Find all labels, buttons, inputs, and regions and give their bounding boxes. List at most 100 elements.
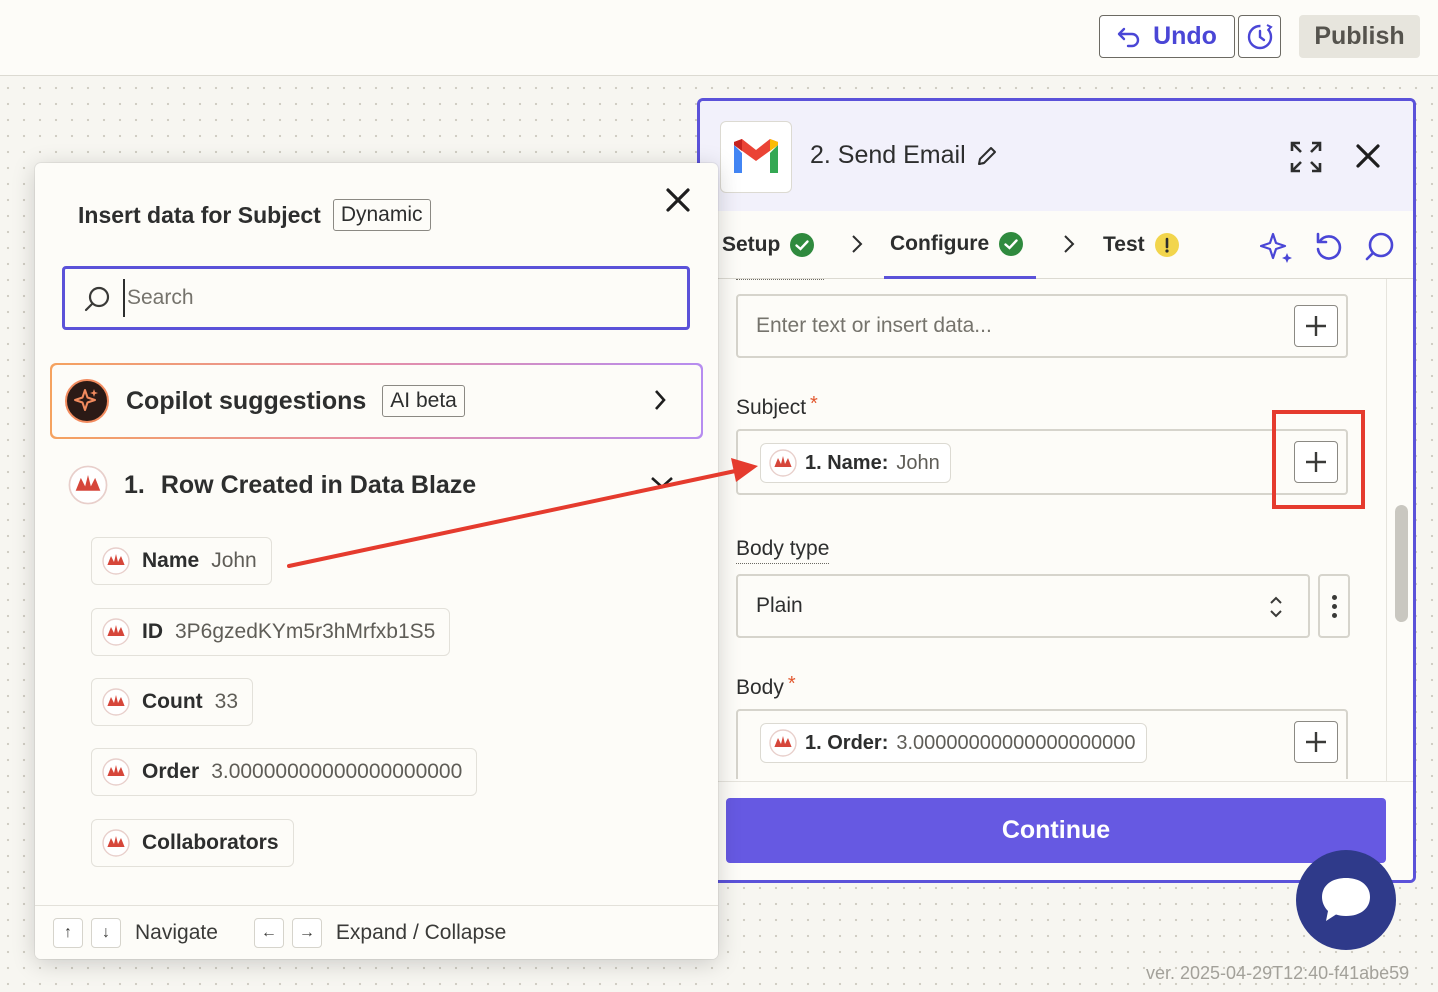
close-icon[interactable] (665, 187, 691, 213)
data-item-key: Collaborators (142, 831, 279, 854)
data-item-collaborators[interactable]: Collaborators (91, 819, 294, 867)
body-pill-key: 1. Order: (805, 731, 889, 754)
search-input[interactable] (123, 279, 663, 317)
data-item-id[interactable]: ID 3P6gzedKYm5r3hMrfxb1S5 (91, 608, 451, 656)
group-title: Row Created in Data Blaze (160, 470, 477, 499)
subject-pill-key: 1. Name: (805, 451, 889, 474)
undo-icon (1117, 27, 1140, 47)
kebab-dot (1331, 603, 1337, 609)
text-field[interactable]: Enter text or insert data... (736, 294, 1348, 358)
tab-configure-label: Configure (890, 231, 990, 255)
data-blaze-icon (102, 618, 130, 646)
data-item-name[interactable]: Name John (91, 537, 272, 585)
pencil-icon[interactable] (976, 145, 998, 167)
subject-label-text: Subject (736, 396, 807, 419)
search-icon (84, 286, 110, 312)
undo-button[interactable]: Undo (1099, 15, 1235, 58)
plus-icon (1306, 732, 1326, 752)
text-field-placeholder: Enter text or insert data... (756, 314, 992, 337)
data-blaze-icon (102, 688, 130, 716)
configure-form: Enter text or insert data... Subject * 1… (700, 279, 1413, 779)
body-data-pill[interactable]: 1. Order: 3.00000000000000000000 (760, 723, 1147, 763)
scrollbar-thumb[interactable] (1395, 505, 1408, 622)
editor-header: 2. Send Email (700, 101, 1413, 211)
group-number: 1. (124, 470, 145, 499)
tab-setup[interactable]: Setup (722, 211, 815, 279)
arrow-up-key-icon: ↑ (53, 917, 83, 948)
required-asterisk: * (787, 672, 796, 695)
subject-field[interactable]: 1. Name: John (736, 429, 1348, 495)
body-type-label: Body type (736, 537, 830, 564)
copilot-sparkle-icon (65, 379, 109, 423)
body-type-label-text: Body type (736, 537, 830, 564)
data-blaze-icon (68, 465, 108, 505)
tab-test-label: Test (1103, 233, 1145, 256)
insert-data-popover: Insert data for Subject Dynamic Copilot … (35, 163, 718, 959)
arrow-left-key-icon: ← (253, 917, 284, 948)
updown-chevron-icon (1270, 596, 1282, 618)
body-field[interactable]: 1. Order: 3.00000000000000000000 (736, 709, 1348, 779)
dynamic-badge: Dynamic (332, 199, 431, 231)
check-circle-icon (790, 233, 815, 257)
gmail-app-icon (720, 121, 792, 193)
trigger-group-header[interactable]: 1. Row Created in Data Blaze (68, 465, 476, 505)
popover-title-text: Insert data for Subject (78, 201, 321, 228)
insert-data-button[interactable] (1294, 305, 1338, 347)
data-blaze-icon (769, 449, 797, 477)
kebab-dot (1331, 594, 1337, 600)
data-blaze-icon (102, 758, 130, 786)
publish-button[interactable]: Publish (1299, 15, 1420, 58)
popover-title: Insert data for Subject Dynamic (78, 199, 431, 231)
ai-beta-badge: AI beta (382, 385, 465, 417)
warning-icon (1154, 233, 1179, 257)
body-type-value: Plain (756, 594, 803, 617)
body-type-select[interactable]: Plain (736, 574, 1310, 638)
copilot-suggestions-inner: Copilot suggestions AI beta (52, 365, 701, 437)
chevron-right-icon (852, 235, 863, 253)
data-item-value: 3P6gzedKYm5r3hMrfxb1S5 (175, 620, 436, 643)
kebab-dot (1331, 612, 1337, 618)
data-item-value: 3.00000000000000000000 (211, 760, 463, 783)
body-pill-value: 3.00000000000000000000 (896, 731, 1136, 754)
cut-off-label-underline (736, 279, 824, 280)
more-options-button[interactable] (1318, 574, 1350, 638)
close-icon[interactable] (1355, 143, 1381, 169)
copilot-suggestions-row[interactable]: Copilot suggestions AI beta (50, 363, 703, 439)
data-item-count[interactable]: Count 33 (91, 678, 254, 726)
step-tabs: Setup Configure Test (700, 211, 1413, 279)
refresh-icon[interactable] (1314, 231, 1344, 263)
plus-icon (1306, 316, 1326, 336)
tab-test[interactable]: Test (1103, 211, 1179, 279)
subject-data-pill[interactable]: 1. Name: John (760, 443, 951, 483)
ai-sparkle-icon[interactable] (1260, 231, 1294, 263)
step-title[interactable]: 2. Send Email (810, 141, 998, 170)
top-bar: Undo Publish (0, 0, 1438, 76)
tab-configure[interactable]: Configure (884, 211, 1036, 279)
undo-label: Undo (1153, 22, 1217, 50)
data-item-key: ID (142, 620, 163, 643)
data-item-order[interactable]: Order 3.00000000000000000000 (91, 748, 478, 796)
copilot-label-text: Copilot suggestions (126, 386, 367, 415)
tab-setup-label: Setup (722, 233, 781, 256)
popover-footer: ↑ ↓ Navigate ← → Expand / Collapse (35, 905, 718, 959)
expand-icon[interactable] (1290, 141, 1322, 173)
chevron-down-icon[interactable] (649, 475, 675, 491)
data-blaze-icon (102, 829, 130, 857)
gmail-icon (734, 139, 778, 173)
data-item-value: 33 (214, 690, 239, 713)
version-history-button[interactable] (1238, 15, 1281, 58)
annotation-highlight-box (1272, 410, 1365, 509)
body-label-text: Body (736, 676, 784, 699)
data-blaze-icon (769, 729, 797, 757)
form-scrollbar[interactable] (1386, 279, 1413, 781)
copilot-label: Copilot suggestions AI beta (126, 385, 465, 417)
chat-support-button[interactable] (1296, 850, 1396, 950)
body-insert-data-button[interactable] (1294, 721, 1338, 763)
data-item-key: Count (142, 690, 203, 713)
search-field[interactable] (62, 266, 690, 330)
data-blaze-icon (102, 547, 130, 575)
body-label: Body * (736, 672, 796, 700)
continue-button[interactable]: Continue (726, 798, 1386, 863)
comment-icon[interactable] (1364, 231, 1394, 263)
data-item-key: Name (142, 549, 200, 572)
